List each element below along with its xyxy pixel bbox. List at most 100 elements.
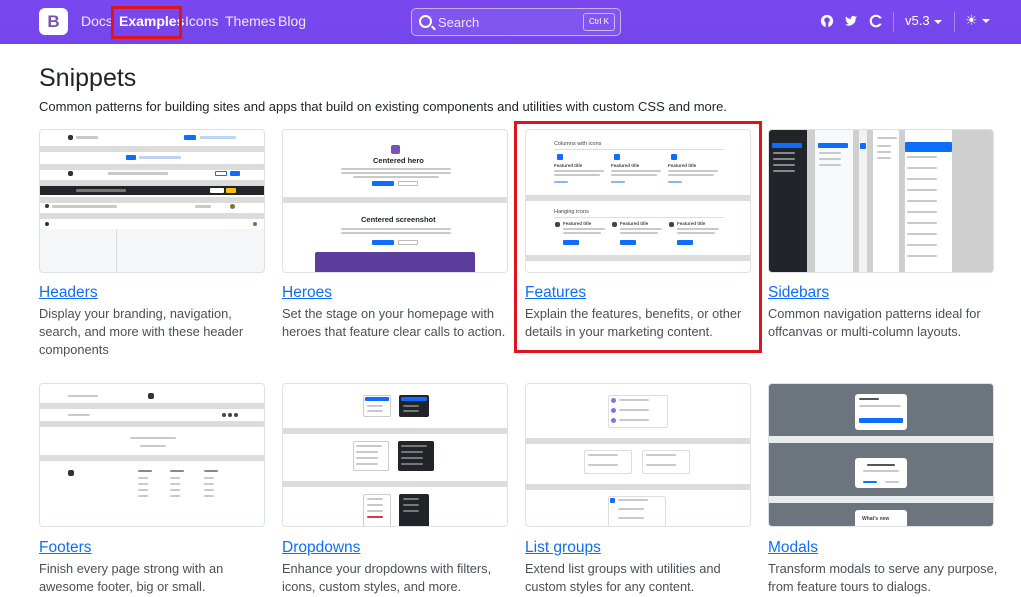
thumb-line bbox=[138, 489, 148, 491]
twitter-icon[interactable] bbox=[844, 14, 858, 28]
card-title-list-groups[interactable]: List groups bbox=[525, 539, 601, 557]
list-groups-thumbnail[interactable] bbox=[525, 383, 751, 527]
thumb-line bbox=[907, 200, 937, 202]
thumb-line bbox=[618, 508, 644, 510]
thumb-pill bbox=[126, 155, 136, 160]
thumb-line bbox=[403, 504, 419, 506]
modal-title: What's new bbox=[862, 516, 890, 522]
thumb-line bbox=[356, 445, 382, 447]
dropdowns-thumbnail[interactable] bbox=[282, 383, 508, 527]
page-lead: Common patterns for building sites and a… bbox=[39, 99, 727, 114]
thumb-divider bbox=[40, 197, 264, 203]
card-title-sidebars[interactable]: Sidebars bbox=[768, 284, 829, 302]
active-nav-item bbox=[772, 143, 802, 148]
thumb-line bbox=[401, 445, 427, 447]
thumb-divider bbox=[283, 197, 507, 203]
logo-icon bbox=[68, 470, 74, 476]
headers-thumbnail[interactable] bbox=[39, 129, 265, 273]
thumb-line bbox=[773, 158, 795, 160]
nav-divider bbox=[954, 12, 955, 32]
thumb-button bbox=[859, 418, 903, 423]
thumb-line bbox=[76, 189, 126, 192]
thumb-line bbox=[618, 517, 644, 519]
screenshot-title: Centered screenshot bbox=[361, 215, 436, 224]
thumb-input bbox=[210, 188, 224, 193]
opencollective-icon[interactable] bbox=[869, 14, 883, 28]
theme-toggle[interactable]: ☀ bbox=[965, 12, 990, 29]
thumb-line bbox=[403, 405, 419, 407]
thumb-button bbox=[372, 181, 394, 186]
card-title-modals[interactable]: Modals bbox=[768, 539, 818, 557]
footers-thumbnail[interactable] bbox=[39, 383, 265, 527]
bootstrap-logo[interactable]: B bbox=[39, 8, 68, 35]
active-list-item bbox=[905, 142, 952, 152]
thumb-line bbox=[204, 489, 214, 491]
nav-docs[interactable]: Docs bbox=[81, 13, 113, 29]
thumb-line bbox=[877, 137, 897, 139]
card-title-heroes[interactable]: Heroes bbox=[282, 284, 332, 302]
thumb-line bbox=[863, 470, 899, 472]
thumb-line bbox=[773, 164, 795, 166]
search-button[interactable]: Search Ctrl K bbox=[411, 8, 621, 36]
active-item bbox=[365, 397, 389, 401]
thumb-line bbox=[907, 178, 937, 180]
thumb-line bbox=[367, 405, 383, 407]
thumb-line bbox=[138, 470, 152, 472]
thumb-line bbox=[819, 152, 841, 154]
github-icon[interactable] bbox=[820, 14, 834, 28]
card-title-headers[interactable]: Headers bbox=[39, 284, 98, 302]
examples-highlight-box bbox=[111, 6, 182, 39]
heroes-thumbnail[interactable]: Centered hero Centered screenshot bbox=[282, 129, 508, 273]
thumb-button bbox=[226, 188, 236, 193]
version-dropdown[interactable]: v5.3 bbox=[905, 13, 942, 28]
card-title-dropdowns[interactable]: Dropdowns bbox=[282, 539, 360, 557]
thumb-divider bbox=[283, 428, 507, 434]
nav-themes[interactable]: Themes bbox=[225, 13, 276, 29]
thumb-line bbox=[877, 145, 891, 147]
thumb-line bbox=[773, 152, 795, 154]
thumb-line bbox=[170, 477, 180, 479]
thumb-button bbox=[230, 171, 240, 176]
thumb-line bbox=[907, 244, 937, 246]
hero-title: Centered hero bbox=[373, 156, 424, 165]
thumb-button bbox=[372, 240, 394, 245]
thumb-line bbox=[68, 414, 90, 416]
avatar-icon bbox=[253, 222, 257, 226]
logo-icon bbox=[45, 222, 49, 226]
thumb-gutter bbox=[899, 130, 905, 272]
thumb-line bbox=[138, 495, 148, 497]
chevron-down-icon bbox=[981, 19, 990, 24]
thumb-line bbox=[403, 410, 419, 412]
thumb-line bbox=[138, 483, 148, 485]
sidebars-thumbnail[interactable] bbox=[768, 129, 994, 273]
thumb-line bbox=[367, 510, 383, 512]
card-desc-list-groups: Extend list groups with utilities and cu… bbox=[525, 561, 721, 594]
icon-sidebar-sample bbox=[859, 130, 867, 272]
thumb-link bbox=[863, 481, 877, 483]
nav-blog[interactable]: Blog bbox=[278, 13, 306, 29]
card-title-footers[interactable]: Footers bbox=[39, 539, 92, 557]
active-nav-item bbox=[818, 143, 848, 148]
social-icon bbox=[228, 413, 232, 417]
thumb-line bbox=[356, 457, 378, 459]
list-checkbox-icon bbox=[610, 498, 615, 503]
thumb-line bbox=[403, 498, 419, 500]
modals-thumbnail[interactable]: What's new bbox=[768, 383, 994, 527]
thumb-line bbox=[619, 409, 649, 411]
active-nav-icon bbox=[860, 143, 866, 149]
thumb-line bbox=[859, 405, 901, 407]
thumb-line bbox=[367, 498, 383, 500]
nav-icons[interactable]: Icons bbox=[185, 13, 218, 29]
thumb-line bbox=[646, 454, 676, 456]
thumb-line bbox=[341, 168, 451, 170]
thumb-divider bbox=[283, 481, 507, 487]
thumb-line bbox=[588, 454, 618, 456]
thumb-line bbox=[353, 176, 439, 178]
thumb-line bbox=[200, 136, 236, 139]
thumb-line bbox=[401, 457, 423, 459]
thumb-line bbox=[341, 172, 451, 174]
sun-icon: ☀ bbox=[965, 12, 978, 28]
social-icon bbox=[222, 413, 226, 417]
logo-icon bbox=[68, 171, 73, 176]
thumb-line bbox=[907, 255, 937, 257]
